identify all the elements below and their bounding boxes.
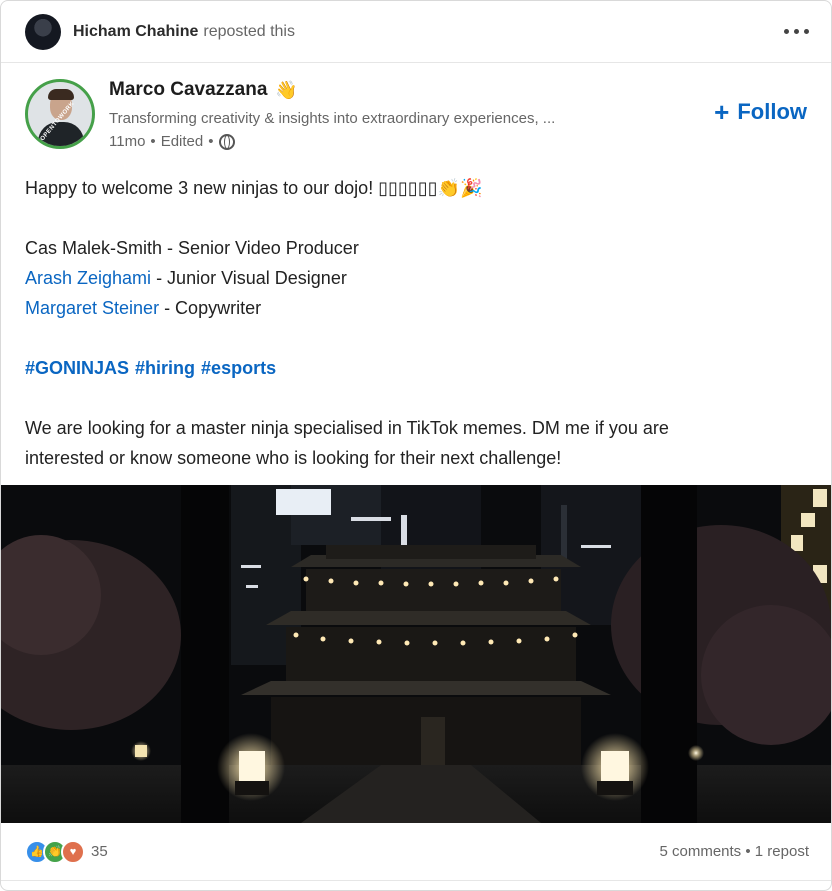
author-avatar[interactable]: #OPENTOWORK: [25, 79, 95, 149]
social-counts: 👍 👏 ♥ 35 5 comments • 1 repost: [1, 823, 831, 881]
comments-count-link[interactable]: 5 comments: [659, 843, 741, 860]
meta-separator: •: [208, 133, 214, 150]
author-name[interactable]: Marco Cavazzana: [109, 79, 267, 101]
hire-role: - Senior Video Producer: [162, 238, 359, 258]
stats-separator: •: [745, 843, 751, 860]
follow-label: Follow: [737, 99, 807, 124]
hire-name: Cas Malek-Smith: [25, 238, 163, 258]
closing-text: We are looking for a master ninja specia…: [25, 418, 669, 438]
love-reaction-icon: ♥: [61, 839, 85, 864]
post-meta: 11mo • Edited •: [109, 133, 555, 150]
post-author: #OPENTOWORK Marco Cavazzana 👋 Transformi…: [1, 63, 831, 163]
hashtag-link[interactable]: #hiring: [135, 358, 195, 378]
hire-line: Margaret Steiner - Copywriter: [25, 293, 807, 323]
hire-role: - Junior Visual Designer: [151, 268, 347, 288]
hashtags: #GONINJAS #hiring #esports: [25, 353, 807, 383]
hire-name-link[interactable]: Margaret Steiner: [25, 298, 159, 318]
reposts-count-link[interactable]: 1 repost: [755, 843, 809, 860]
closing-text: interested or know someone who is lookin…: [25, 448, 562, 468]
follow-button[interactable]: + Follow: [714, 99, 807, 125]
feed-post-card: Hicham Chahine reposted this #OPENTOWORK…: [0, 0, 832, 891]
waving-hand-icon: 👋: [275, 79, 298, 101]
post-intro: Happy to welcome 3 new ninjas to our doj…: [25, 178, 379, 198]
hire-line: Arash Zeighami - Junior Visual Designer: [25, 263, 807, 293]
repost-header: Hicham Chahine reposted this: [1, 1, 831, 63]
reposter-avatar[interactable]: [25, 13, 61, 50]
hire-name-link[interactable]: Arash Zeighami: [25, 268, 151, 288]
reactions-summary[interactable]: 👍 👏 ♥ 35: [25, 839, 108, 864]
clapping-party-icon: ▯▯▯▯▯▯👏🎉: [378, 178, 483, 199]
post-time: 11mo: [109, 133, 146, 150]
plus-icon: +: [714, 97, 730, 127]
hashtag-link[interactable]: #GONINJAS: [25, 358, 129, 378]
more-options-icon[interactable]: [784, 29, 809, 34]
hire-line: Cas Malek-Smith - Senior Video Producer: [25, 233, 807, 263]
repost-label: reposted this: [203, 22, 295, 40]
hashtag-link[interactable]: #esports: [201, 358, 276, 378]
author-headline: Transforming creativity & insights into …: [109, 110, 556, 127]
edited-label: Edited: [160, 133, 204, 150]
post-image[interactable]: [1, 485, 831, 823]
meta-separator: •: [150, 133, 156, 150]
reposter-name[interactable]: Hicham Chahine: [73, 23, 198, 41]
reaction-count: 35: [91, 843, 108, 860]
hire-role: - Copywriter: [159, 298, 262, 318]
globe-icon: [218, 133, 235, 150]
engagement-stats: 5 comments • 1 repost: [659, 843, 809, 860]
post-body: Happy to welcome 3 new ninjas to our doj…: [1, 163, 831, 473]
